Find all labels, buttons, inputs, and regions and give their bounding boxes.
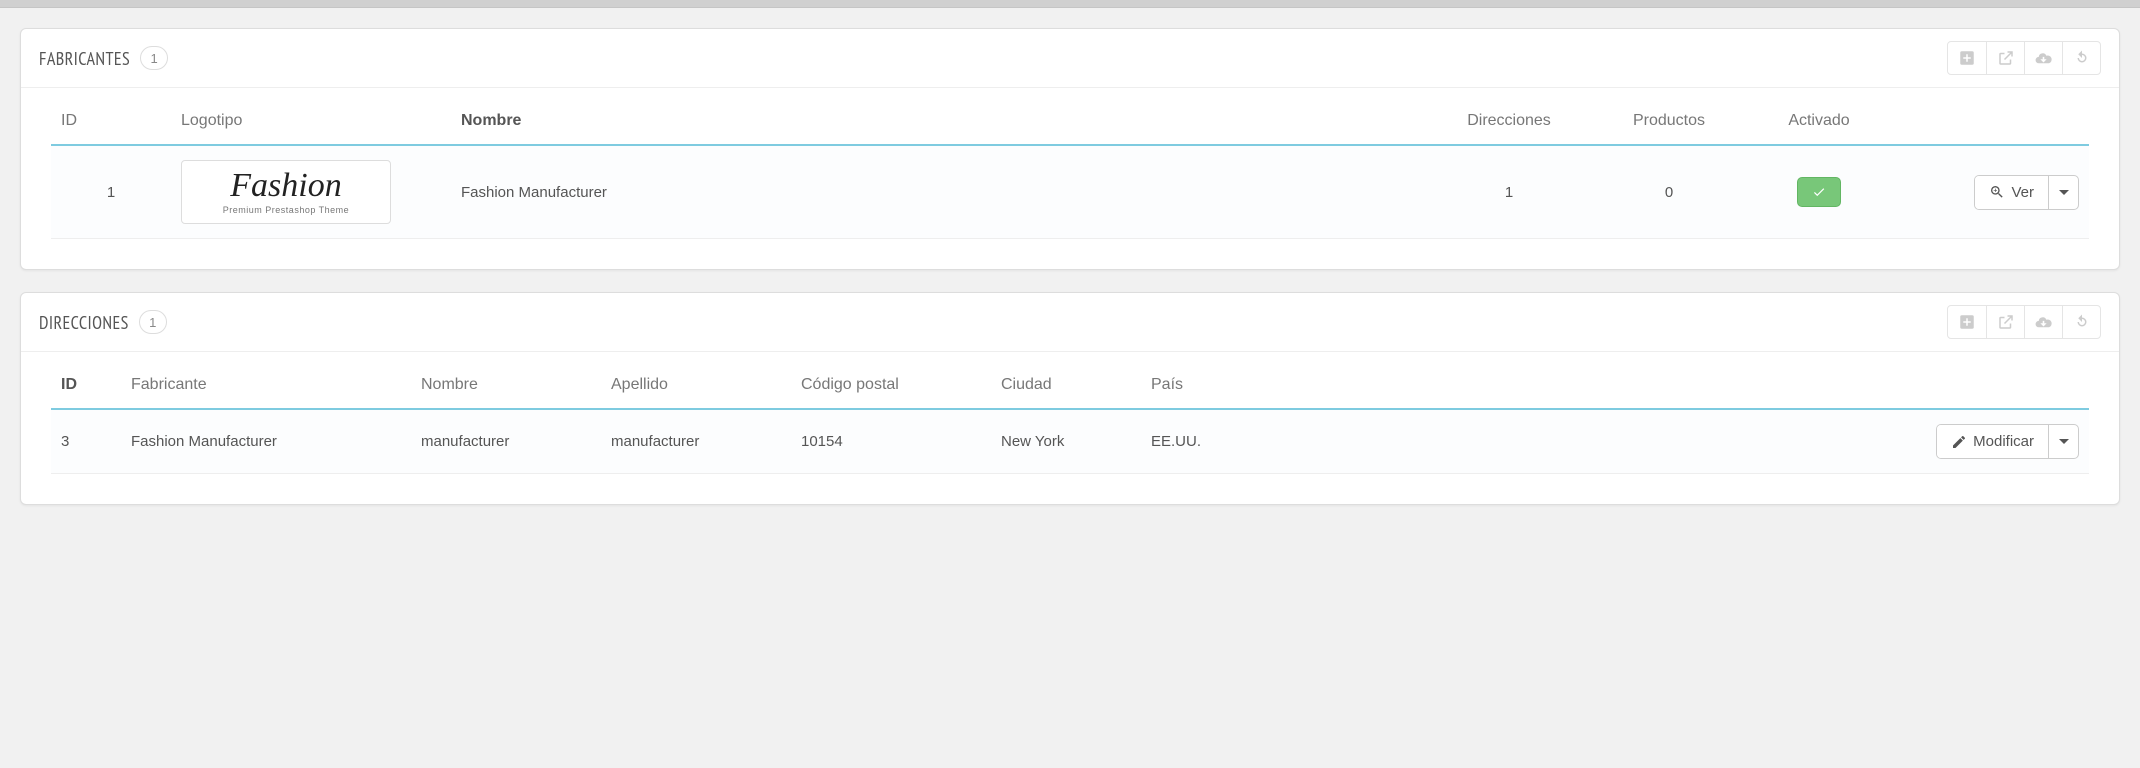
refresh-button[interactable]	[2062, 42, 2100, 74]
panel-header: FABRICANTES 1	[21, 29, 2119, 88]
view-label: Ver	[2011, 184, 2034, 201]
pencil-icon	[1951, 434, 1967, 450]
row-actions: Modificar	[1936, 424, 2079, 459]
col-actions	[1889, 98, 2089, 145]
import-button[interactable]	[2024, 306, 2062, 338]
cell-postcode: 10154	[791, 409, 991, 474]
col-id[interactable]: ID	[51, 362, 121, 409]
actions-dropdown[interactable]	[2048, 176, 2078, 209]
col-actions	[1889, 362, 2089, 409]
addresses-table: ID Fabricante Nombre Apellido Código pos…	[51, 362, 2089, 474]
add-button[interactable]	[1948, 306, 1986, 338]
col-enabled[interactable]: Activado	[1749, 98, 1889, 145]
logo-thumbnail: Fashion Premium Prestashop Theme	[181, 160, 391, 224]
panel-toolbar	[1947, 305, 2101, 339]
col-city[interactable]: Ciudad	[991, 362, 1141, 409]
zoom-in-icon	[1989, 184, 2005, 200]
actions-dropdown[interactable]	[2048, 425, 2078, 458]
chevron-down-icon	[2059, 439, 2069, 444]
cell-country: EE.UU.	[1141, 409, 1889, 474]
cell-firstname: manufacturer	[411, 409, 601, 474]
cell-actions: Ver	[1889, 145, 2089, 239]
col-lastname[interactable]: Apellido	[601, 362, 791, 409]
export-button[interactable]	[1986, 42, 2024, 74]
manufacturers-table: ID Logotipo Nombre Direcciones Productos…	[51, 98, 2089, 239]
cell-name: Fashion Manufacturer	[451, 145, 1429, 239]
export-button[interactable]	[1986, 306, 2024, 338]
cell-addresses: 1	[1429, 145, 1589, 239]
edit-label: Modificar	[1973, 433, 2034, 450]
table-row[interactable]: 3 Fashion Manufacturer manufacturer manu…	[51, 409, 2089, 474]
col-country[interactable]: País	[1141, 362, 1889, 409]
edit-button[interactable]: Modificar	[1937, 425, 2048, 458]
col-products[interactable]: Productos	[1589, 98, 1749, 145]
cell-lastname: manufacturer	[601, 409, 791, 474]
panel-title: DIRECCIONES	[39, 311, 129, 334]
add-button[interactable]	[1948, 42, 1986, 74]
cell-logo: Fashion Premium Prestashop Theme	[171, 145, 451, 239]
col-postcode[interactable]: Código postal	[791, 362, 991, 409]
panel-toolbar	[1947, 41, 2101, 75]
cell-id: 1	[51, 145, 171, 239]
refresh-button[interactable]	[2062, 306, 2100, 338]
row-actions: Ver	[1974, 175, 2079, 210]
cell-enabled	[1749, 145, 1889, 239]
col-addresses[interactable]: Direcciones	[1429, 98, 1589, 145]
cell-id: 3	[51, 409, 121, 474]
count-badge: 1	[139, 310, 167, 334]
chevron-down-icon	[2059, 190, 2069, 195]
logo-subtitle: Premium Prestashop Theme	[223, 205, 349, 215]
col-logo: Logotipo	[171, 98, 451, 145]
cell-manufacturer: Fashion Manufacturer	[121, 409, 411, 474]
col-id[interactable]: ID	[51, 98, 171, 145]
table-row[interactable]: 1 Fashion Premium Prestashop Theme Fashi…	[51, 145, 2089, 239]
col-name[interactable]: Nombre	[451, 98, 1429, 145]
col-manufacturer[interactable]: Fabricante	[121, 362, 411, 409]
panel-title: FABRICANTES	[39, 47, 130, 70]
col-firstname[interactable]: Nombre	[411, 362, 601, 409]
logo-text: Fashion	[230, 169, 341, 203]
view-button[interactable]: Ver	[1975, 176, 2048, 209]
cell-actions: Modificar	[1889, 409, 2089, 474]
top-bar	[0, 0, 2140, 8]
cell-city: New York	[991, 409, 1141, 474]
panel-header: DIRECCIONES 1	[21, 293, 2119, 352]
manufacturers-panel: FABRICANTES 1 I	[20, 28, 2120, 270]
import-button[interactable]	[2024, 42, 2062, 74]
enabled-toggle[interactable]	[1797, 177, 1841, 207]
addresses-panel: DIRECCIONES 1 I	[20, 292, 2120, 505]
cell-products: 0	[1589, 145, 1749, 239]
count-badge: 1	[140, 46, 168, 70]
